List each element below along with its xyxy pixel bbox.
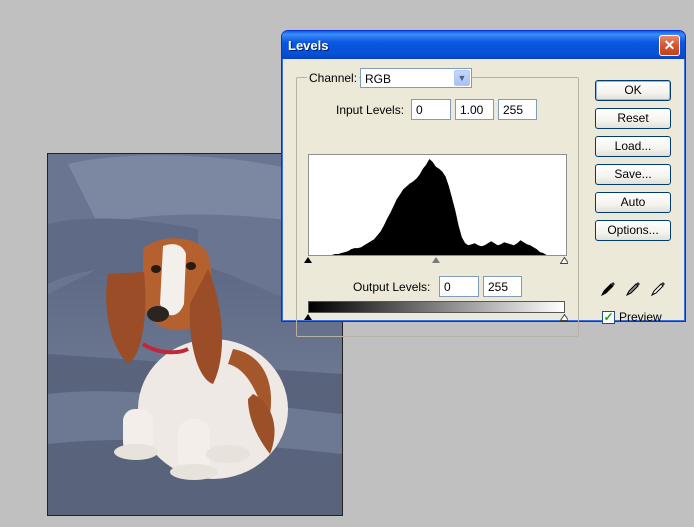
ok-button[interactable]: OK bbox=[595, 80, 671, 101]
histogram-graph bbox=[309, 159, 566, 255]
output-levels-label: Output Levels: bbox=[353, 280, 431, 294]
dialog-title: Levels bbox=[288, 38, 329, 53]
white-eyedropper-icon[interactable] bbox=[650, 279, 668, 297]
gray-eyedropper-icon[interactable] bbox=[625, 279, 643, 297]
auto-button[interactable]: Auto bbox=[595, 192, 671, 213]
close-button[interactable]: ✕ bbox=[659, 35, 680, 56]
chevron-down-icon[interactable]: ▼ bbox=[454, 70, 470, 86]
check-icon: ✓ bbox=[603, 310, 614, 324]
preview-label[interactable]: Preview bbox=[619, 310, 662, 324]
output-gradient-bar bbox=[308, 301, 565, 313]
channel-value: RGB bbox=[365, 72, 392, 86]
output-slider[interactable] bbox=[304, 314, 568, 322]
options-button[interactable]: Options... bbox=[595, 220, 671, 241]
output-black-field[interactable]: 0 bbox=[439, 276, 479, 297]
black-eyedropper-icon[interactable] bbox=[600, 279, 618, 297]
levels-dialog: Levels ✕ Channel: RGB ▼ Input Levels: 0 … bbox=[281, 30, 686, 337]
input-levels-label: Input Levels: bbox=[336, 103, 405, 117]
output-white-slider[interactable] bbox=[560, 314, 568, 321]
histogram-area bbox=[309, 159, 566, 255]
save-button[interactable]: Save... bbox=[595, 164, 671, 185]
input-slider[interactable] bbox=[304, 257, 568, 265]
channel-select[interactable]: RGB ▼ bbox=[360, 68, 472, 88]
input-black-slider[interactable] bbox=[304, 257, 312, 263]
channel-label: Channel: bbox=[307, 71, 360, 85]
histogram bbox=[308, 154, 567, 256]
reset-button[interactable]: Reset bbox=[595, 108, 671, 129]
output-black-slider[interactable] bbox=[304, 314, 312, 320]
preview-checkbox[interactable]: ✓ bbox=[602, 311, 615, 324]
close-icon: ✕ bbox=[663, 37, 676, 53]
input-white-slider[interactable] bbox=[560, 257, 568, 264]
input-gamma-field[interactable]: 1.00 bbox=[455, 99, 494, 120]
input-gamma-slider[interactable] bbox=[432, 257, 440, 263]
load-button[interactable]: Load... bbox=[595, 136, 671, 157]
input-white-field[interactable]: 255 bbox=[498, 99, 537, 120]
input-black-field[interactable]: 0 bbox=[411, 99, 451, 120]
title-bar[interactable]: Levels ✕ bbox=[282, 31, 685, 59]
output-white-field[interactable]: 255 bbox=[483, 276, 522, 297]
